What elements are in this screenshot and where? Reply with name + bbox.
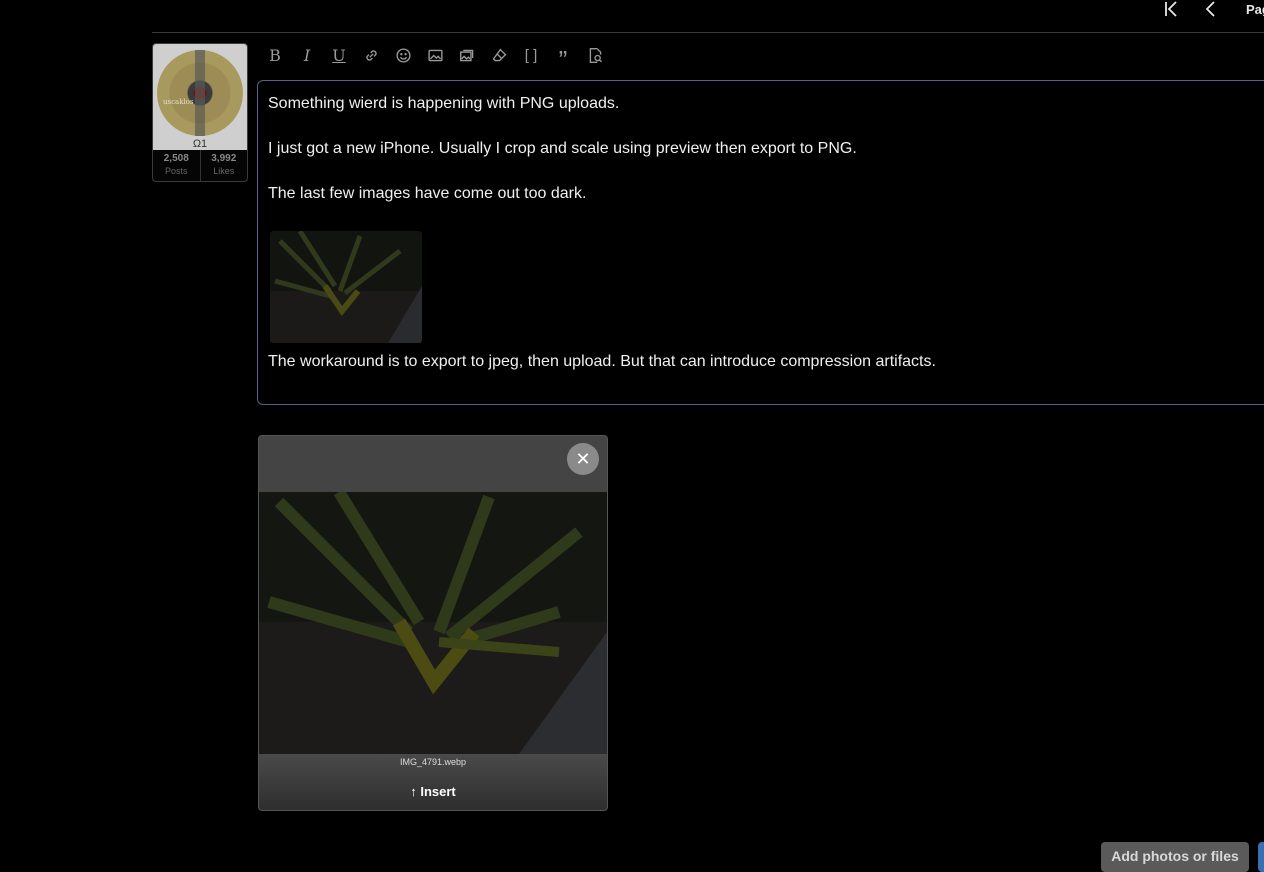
attachment-header: ✕ xyxy=(259,436,607,492)
media-icon xyxy=(459,49,473,61)
link-icon xyxy=(365,49,377,61)
editor-paragraph: The last few images have come out too da… xyxy=(268,185,587,202)
editor-toolbar: B I U [ ] ” xyxy=(264,44,606,73)
user-handle[interactable]: Ω1 xyxy=(153,138,247,150)
clear-format-icon xyxy=(492,48,506,61)
posts-stat[interactable]: 2,508 Posts xyxy=(153,150,200,181)
remove-attachment-button[interactable]: ✕ xyxy=(567,443,599,475)
image-icon xyxy=(427,49,443,61)
page-navigation: Pag xyxy=(1160,0,1264,18)
preview-icon xyxy=(589,47,602,63)
quote-button[interactable]: ” xyxy=(552,44,574,73)
bold-button[interactable]: B xyxy=(264,44,286,66)
inline-image[interactable] xyxy=(270,231,422,343)
close-icon: ✕ xyxy=(575,448,591,469)
attachment-card: ✕ IMG_4791.webp ↑ Insert xyxy=(258,435,608,811)
italic-icon: I xyxy=(303,45,311,65)
attachment-filename: IMG_4791.webp xyxy=(399,757,467,767)
underline-button[interactable]: U xyxy=(328,44,350,66)
first-page-button[interactable] xyxy=(1160,0,1182,18)
post-reply-button[interactable] xyxy=(1258,842,1264,872)
divider xyxy=(152,32,1264,33)
code-icon: [ ] xyxy=(524,46,538,64)
insert-attachment-button[interactable]: ↑ Insert xyxy=(259,784,607,799)
message-editor[interactable]: Something wierd is happening with PNG up… xyxy=(257,80,1264,405)
emoji-icon xyxy=(395,47,411,63)
underline-icon: U xyxy=(332,45,346,65)
likes-label: Likes xyxy=(213,166,235,176)
avatar-image: uscaklos xyxy=(157,50,243,136)
likes-stat[interactable]: 3,992 Likes xyxy=(199,150,248,181)
prev-page-icon xyxy=(1205,1,1215,17)
emoji-button[interactable] xyxy=(392,44,414,66)
likes-count: 3,992 xyxy=(211,153,237,164)
image-button[interactable] xyxy=(424,44,446,66)
page-label[interactable]: Pag xyxy=(1246,2,1264,17)
attachment-footer: IMG_4791.webp ↑ Insert xyxy=(259,754,607,810)
user-card: uscaklos Ω1 2,508 Posts 3,992 Likes xyxy=(152,43,248,182)
clear-format-button[interactable] xyxy=(488,44,510,66)
attachment-thumbnail[interactable] xyxy=(259,492,607,754)
code-button[interactable]: [ ] xyxy=(520,44,542,66)
quote-icon: ” xyxy=(558,45,568,75)
posts-label: Posts xyxy=(164,166,188,176)
preview-button[interactable] xyxy=(584,44,606,66)
italic-button[interactable]: I xyxy=(296,44,318,66)
avatar[interactable]: uscaklos Ω1 xyxy=(153,44,247,150)
user-stats: 2,508 Posts 3,992 Likes xyxy=(153,150,247,181)
media-button[interactable] xyxy=(456,44,478,66)
add-files-button[interactable]: Add photos or files xyxy=(1101,842,1249,872)
prev-page-button[interactable] xyxy=(1200,0,1222,18)
bold-icon: B xyxy=(269,45,281,65)
link-button[interactable] xyxy=(360,44,382,66)
editor-paragraph: I just got a new iPhone. Usually I crop … xyxy=(268,140,857,157)
editor-paragraph: The workaround is to export to jpeg, the… xyxy=(268,353,936,370)
first-page-icon xyxy=(1165,1,1177,17)
avatar-text: uscaklos xyxy=(163,98,194,106)
posts-count: 2,508 xyxy=(163,153,189,164)
editor-paragraph: Something wierd is happening with PNG up… xyxy=(268,95,620,112)
